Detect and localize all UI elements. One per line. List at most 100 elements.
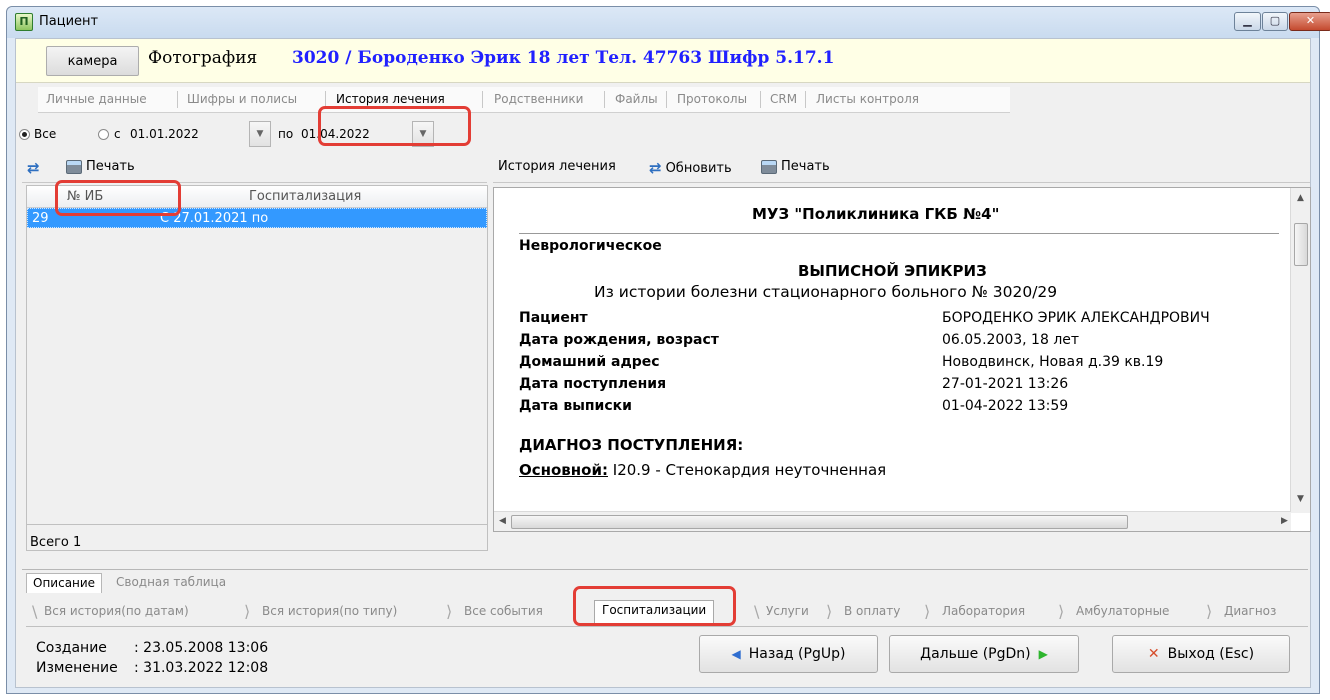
table-row[interactable]: 29 С 27.01.2021 по	[27, 208, 487, 228]
tab-control-sheets[interactable]: Листы контроля	[816, 92, 919, 106]
client-area: камера Фотография 3020 / Бороденко Эрик …	[15, 38, 1311, 688]
from-date-dropdown[interactable]: ▼	[249, 121, 271, 147]
to-date[interactable]: 01.04.2022	[301, 127, 370, 141]
left-print-button[interactable]: Печать	[66, 159, 135, 174]
right-print-button[interactable]: Печать	[761, 159, 830, 174]
from-radio[interactable]	[98, 129, 109, 140]
tab-hospitalizations[interactable]: Госпитализации	[594, 600, 715, 624]
left-toolbar: ⇄ Печать	[22, 153, 487, 183]
tab-codes-policies[interactable]: Шифры и полисы	[187, 92, 297, 106]
epicrisis-heading: ВЫПИСНОЙ ЭПИКРИЗ	[798, 262, 987, 280]
refresh-label: Обновить	[665, 160, 732, 176]
tab-diagnosis[interactable]: Диагноз	[1224, 604, 1306, 618]
back-label: Назад (PgUp)	[748, 646, 846, 662]
refresh-button[interactable]: ⇄ Обновить	[649, 159, 732, 177]
tab-divider: ⟩	[826, 602, 833, 621]
tab-divider: ⟩	[924, 602, 931, 621]
scroll-right-arrow[interactable]: ▶	[1281, 516, 1288, 526]
tab-divider: ⟩	[1058, 602, 1065, 621]
field-birth-value: 06.05.2003, 18 лет	[942, 332, 1080, 348]
printer-icon	[66, 159, 82, 174]
tab-laboratory[interactable]: Лаборатория	[942, 604, 1025, 618]
changed-value: : 31.03.2022 12:08	[134, 660, 269, 676]
refresh-icon: ⇄	[649, 159, 662, 177]
field-address-label: Домашний адрес	[519, 354, 660, 370]
tab-protocols[interactable]: Протоколы	[677, 92, 747, 106]
title-bar[interactable]: П Пациент ▁ ▢ ✕	[7, 7, 1330, 38]
camera-button[interactable]: камера	[46, 46, 139, 76]
hospitalization-grid: № ИБ Госпитализация 29 С 27.01.2021 по	[26, 185, 488, 525]
exit-button[interactable]: ✕ Выход (Esc)	[1112, 635, 1290, 673]
tab-separator	[325, 91, 326, 108]
tab-for-payment[interactable]: В оплату	[844, 604, 900, 618]
close-icon: ✕	[1147, 646, 1160, 662]
window-title: Пациент	[39, 14, 99, 29]
scroll-down-arrow[interactable]: ▼	[1297, 494, 1304, 504]
back-button[interactable]: ◀ Назад (PgUp)	[699, 635, 878, 673]
patient-window: П Пациент ▁ ▢ ✕ камера Фотография 3020 /…	[6, 6, 1330, 694]
tab-crm[interactable]: CRM	[770, 92, 797, 106]
vertical-scrollbar[interactable]: ▲ ▼	[1290, 188, 1310, 513]
top-tab-bar: Личные данные Шифры и полисы История леч…	[38, 87, 1010, 113]
tab-personal-data[interactable]: Личные данные	[46, 92, 147, 106]
history-label: История лечения	[498, 159, 616, 174]
clinic-title: МУЗ "Поликлиника ГКБ №4"	[752, 205, 1000, 223]
patient-info: 3020 / Бороденко Эрик 18 лет Тел. 47763 …	[292, 48, 835, 68]
minimize-button[interactable]: ▁	[1234, 12, 1261, 31]
created-value: : 23.05.2008 13:06	[134, 640, 269, 656]
left-print-label: Печать	[86, 159, 135, 174]
vertical-scroll-thumb[interactable]	[1294, 223, 1308, 266]
main-diagnosis-label: Основной:	[519, 461, 608, 479]
tab-files[interactable]: Файлы	[615, 92, 658, 106]
exit-label: Выход (Esc)	[1167, 646, 1255, 662]
total-count: Всего 1	[30, 535, 82, 550]
grid-footer	[26, 525, 488, 551]
horizontal-scrollbar[interactable]: ◀ ▶	[494, 511, 1291, 531]
tab-separator	[482, 91, 483, 108]
date-filter: Все с 01.01.2022 ▼ по 01.04.2022 ▼	[16, 119, 1312, 149]
next-button[interactable]: Дальше (PgDn) ▶	[889, 635, 1079, 673]
field-admission-value: 27-01-2021 13:26	[942, 376, 1069, 392]
tab-divider: \	[754, 602, 760, 621]
tab-divider: \	[32, 602, 38, 621]
grid-header: № ИБ Госпитализация	[27, 186, 487, 208]
tab-description[interactable]: Описание	[26, 573, 103, 593]
cell-ib: 29	[32, 211, 49, 226]
arrow-right-icon: ▶	[1038, 647, 1048, 661]
diagnosis-heading: ДИАГНОЗ ПОСТУПЛЕНИЯ:	[519, 436, 744, 454]
to-date-dropdown[interactable]: ▼	[412, 121, 434, 147]
tab-separator	[177, 91, 178, 108]
all-label: Все	[34, 127, 57, 141]
close-button[interactable]: ✕	[1289, 12, 1330, 31]
history-reference: Из истории болезни стационарного больног…	[594, 283, 1058, 301]
printer-icon	[761, 159, 777, 174]
column-hospitalization[interactable]: Госпитализация	[249, 189, 361, 204]
field-birth-label: Дата рождения, возраст	[519, 332, 719, 348]
next-label: Дальше (PgDn)	[920, 646, 1031, 662]
scroll-left-arrow[interactable]: ◀	[499, 516, 506, 526]
maximize-button[interactable]: ▢	[1262, 12, 1288, 31]
tab-all-events[interactable]: Все события	[464, 604, 543, 618]
refresh-icon[interactable]: ⇄	[27, 159, 40, 177]
tab-services[interactable]: Услуги	[766, 604, 809, 618]
app-icon: П	[15, 13, 33, 31]
tab-treatment-history[interactable]: История лечения	[336, 92, 445, 106]
tab-all-history-by-date[interactable]: Вся история(по датам)	[44, 604, 189, 618]
field-patient-value: БОРОДЕНКО ЭРИК АЛЕКСАНДРОВИЧ	[942, 310, 1210, 326]
history-tab-bar: \ Вся история(по датам) ⟩ Вся история(по…	[26, 599, 1308, 627]
tab-divider: ⟩	[446, 602, 453, 621]
tab-outpatient[interactable]: Амбулаторные	[1076, 604, 1169, 618]
from-date[interactable]: 01.01.2022	[130, 127, 199, 141]
title-rule	[519, 233, 1279, 234]
tab-summary-table[interactable]: Сводная таблица	[110, 573, 232, 593]
created-label: Создание	[36, 640, 107, 656]
scroll-up-arrow[interactable]: ▲	[1297, 193, 1304, 203]
tab-separator	[805, 91, 806, 108]
all-radio[interactable]	[19, 129, 30, 140]
tab-separator	[760, 91, 761, 108]
right-print-label: Печать	[781, 159, 830, 174]
column-ib[interactable]: № ИБ	[67, 189, 103, 204]
tab-relatives[interactable]: Родственники	[494, 92, 583, 106]
tab-all-history-by-type[interactable]: Вся история(по типу)	[262, 604, 397, 618]
horizontal-scroll-thumb[interactable]	[511, 515, 1128, 529]
